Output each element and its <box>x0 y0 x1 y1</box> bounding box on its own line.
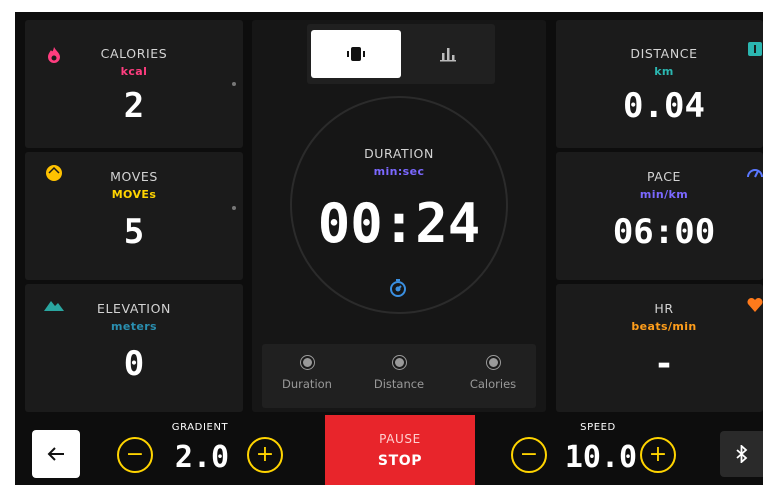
hr-unit: beats/min <box>631 320 697 333</box>
gradient-value: 2.0 <box>174 440 230 475</box>
timer-view-icon <box>347 46 365 66</box>
calories-value: 2 <box>123 86 145 126</box>
bluetooth-icon <box>736 443 748 467</box>
selector-duration[interactable]: Duration <box>272 356 342 391</box>
pace-tile[interactable]: PACE min/km 06:00 <box>556 152 763 280</box>
speed-plus-button[interactable]: + <box>640 437 676 473</box>
distance-icon <box>746 40 763 58</box>
elevation-label: ELEVATION <box>96 301 171 316</box>
calories-label: CALORIES <box>100 46 168 61</box>
speed-label: SPEED <box>580 422 616 433</box>
distance-label: DISTANCE <box>630 46 698 61</box>
scroll-dot <box>232 206 236 210</box>
calories-tile[interactable]: CALORIES kcal 2 <box>25 20 243 148</box>
radio-icon <box>392 356 406 369</box>
gradient-label: GRADIENT <box>171 422 229 433</box>
bluetooth-button[interactable] <box>720 431 763 477</box>
duration-label: DURATION <box>364 146 434 161</box>
selector-calories[interactable]: Calories <box>458 356 528 391</box>
speed-minus-button[interactable]: − <box>511 437 547 473</box>
pace-label: PACE <box>646 169 682 184</box>
timer-icon <box>389 278 407 302</box>
scroll-dot <box>232 82 236 86</box>
treadmill-screen: CALORIES kcal 2 MOVES MOVEs 5 ELEVATION … <box>15 12 763 485</box>
moves-label: MOVES <box>110 169 158 184</box>
bottom-bar: − GRADIENT 2.0 + PAUSE STOP − SPEED 10.0… <box>15 415 763 485</box>
distance-value: 0.04 <box>623 86 705 126</box>
pace-value: 06:00 <box>612 212 716 252</box>
moves-value: 5 <box>123 212 145 252</box>
elevation-tile[interactable]: ELEVATION meters 0 <box>25 284 243 412</box>
goal-selector: Duration Distance Calories <box>262 344 536 408</box>
center-panel: DURATION min:sec 00:24 Duration Distance… <box>252 20 546 412</box>
timer-view-tab[interactable] <box>311 30 401 78</box>
hr-tile[interactable]: HR beats/min - <box>556 284 763 412</box>
elevation-value: 0 <box>123 344 145 384</box>
speed-value: 10.0 <box>564 440 638 475</box>
hr-label: HR <box>654 301 674 316</box>
distance-tile[interactable]: DISTANCE km 0.04 <box>556 20 763 148</box>
hr-value: - <box>653 344 675 384</box>
heart-icon <box>746 296 763 314</box>
moves-unit: MOVEs <box>111 188 157 201</box>
gradient-minus-button[interactable]: − <box>117 437 153 473</box>
speedometer-icon <box>746 164 763 182</box>
elevation-unit: meters <box>110 320 157 333</box>
chart-view-tab[interactable] <box>405 30 491 78</box>
pause-label: PAUSE <box>379 432 421 446</box>
selector-distance[interactable]: Distance <box>364 356 434 391</box>
pause-stop-button[interactable]: PAUSE STOP <box>325 415 475 485</box>
radio-icon <box>486 356 500 369</box>
stop-label: STOP <box>377 453 423 469</box>
distance-unit: km <box>654 65 674 78</box>
moves-tile[interactable]: MOVES MOVEs 5 <box>25 152 243 280</box>
duration-value: 00:24 <box>317 192 481 255</box>
calories-unit: kcal <box>120 65 148 78</box>
gradient-plus-button[interactable]: + <box>247 437 283 473</box>
arrow-left-icon <box>46 446 66 466</box>
radio-icon <box>300 356 314 369</box>
view-toggle <box>307 24 495 84</box>
duration-unit: min:sec <box>373 165 425 178</box>
back-button[interactable] <box>32 430 80 478</box>
pace-unit: min/km <box>639 188 689 201</box>
chart-view-icon <box>439 46 457 66</box>
